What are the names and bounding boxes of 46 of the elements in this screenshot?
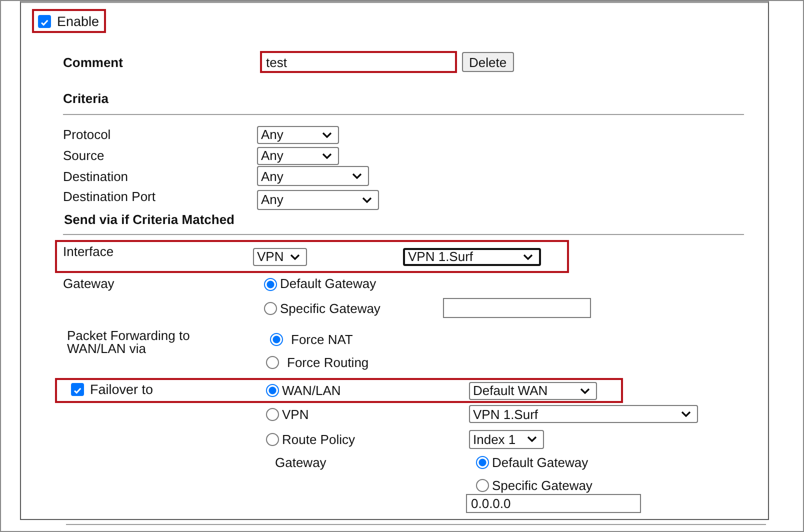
chevron-icon	[290, 254, 300, 260]
failover-checkbox[interactable]: Failover to	[71, 382, 154, 396]
enable-checkbox[interactable]: Enable	[32, 9, 106, 33]
checkbox-icon	[38, 14, 51, 28]
dropdown[interactable]: Default WAN	[469, 382, 597, 400]
chevron-icon	[681, 411, 691, 417]
radio-option[interactable]: WAN/LAN	[257, 383, 469, 398]
radio-option[interactable]: Force NAT	[261, 332, 353, 347]
comment-label: Comment	[63, 54, 124, 70]
dropdown[interactable]: Any	[257, 166, 369, 186]
gateway-label: Gateway	[63, 276, 116, 291]
radio-option[interactable]: Route Policy	[257, 432, 469, 446]
gateway-ip-field[interactable]: 0.0.0.0	[466, 494, 641, 513]
chevron-icon	[352, 173, 362, 179]
section-heading: Criteria	[62, 91, 110, 107]
dropdown[interactable]: Any	[257, 190, 379, 210]
dropdown[interactable]: VPN 1.Surf	[469, 405, 698, 423]
radio-option[interactable]: Default Gateway	[257, 276, 376, 291]
radio-option[interactable]: Specific Gateway	[257, 300, 443, 316]
dropdown[interactable]: Any	[257, 126, 339, 144]
interface-label: Interface	[63, 243, 115, 259]
dropdown[interactable]: VPN	[253, 248, 307, 266]
radio-option[interactable]: VPN	[257, 406, 469, 422]
radio-option[interactable]: Force Routing	[257, 354, 369, 370]
chevron-icon	[527, 436, 537, 442]
chevron-icon	[322, 152, 332, 158]
dropdown[interactable]: Any	[257, 146, 339, 164]
chevron-icon	[523, 254, 533, 260]
gateway-label: Gateway	[274, 454, 328, 470]
field-label: Source	[63, 148, 106, 163]
comment-field[interactable]: test	[260, 51, 457, 73]
field-label: Destination Port	[63, 189, 156, 204]
checkbox-icon	[71, 382, 84, 396]
packet-forwarding-label: Packet Forwarding to WAN/LAN via	[66, 327, 191, 355]
radio-option[interactable]: Default Gateway	[469, 454, 588, 470]
chevron-icon	[362, 196, 372, 202]
chevron-icon	[580, 388, 590, 394]
delete-button[interactable]: Delete	[462, 52, 514, 72]
section-heading: Send via if Criteria Matched	[63, 212, 236, 228]
radio-option[interactable]: Specific Gateway	[469, 478, 592, 492]
field-label: Destination	[63, 168, 130, 184]
dropdown[interactable]: VPN 1.Surf	[403, 248, 541, 266]
field-label: Protocol	[63, 127, 112, 142]
dropdown[interactable]: Index 1	[469, 430, 544, 448]
chevron-icon	[322, 132, 332, 138]
gateway-field[interactable]	[443, 298, 591, 318]
